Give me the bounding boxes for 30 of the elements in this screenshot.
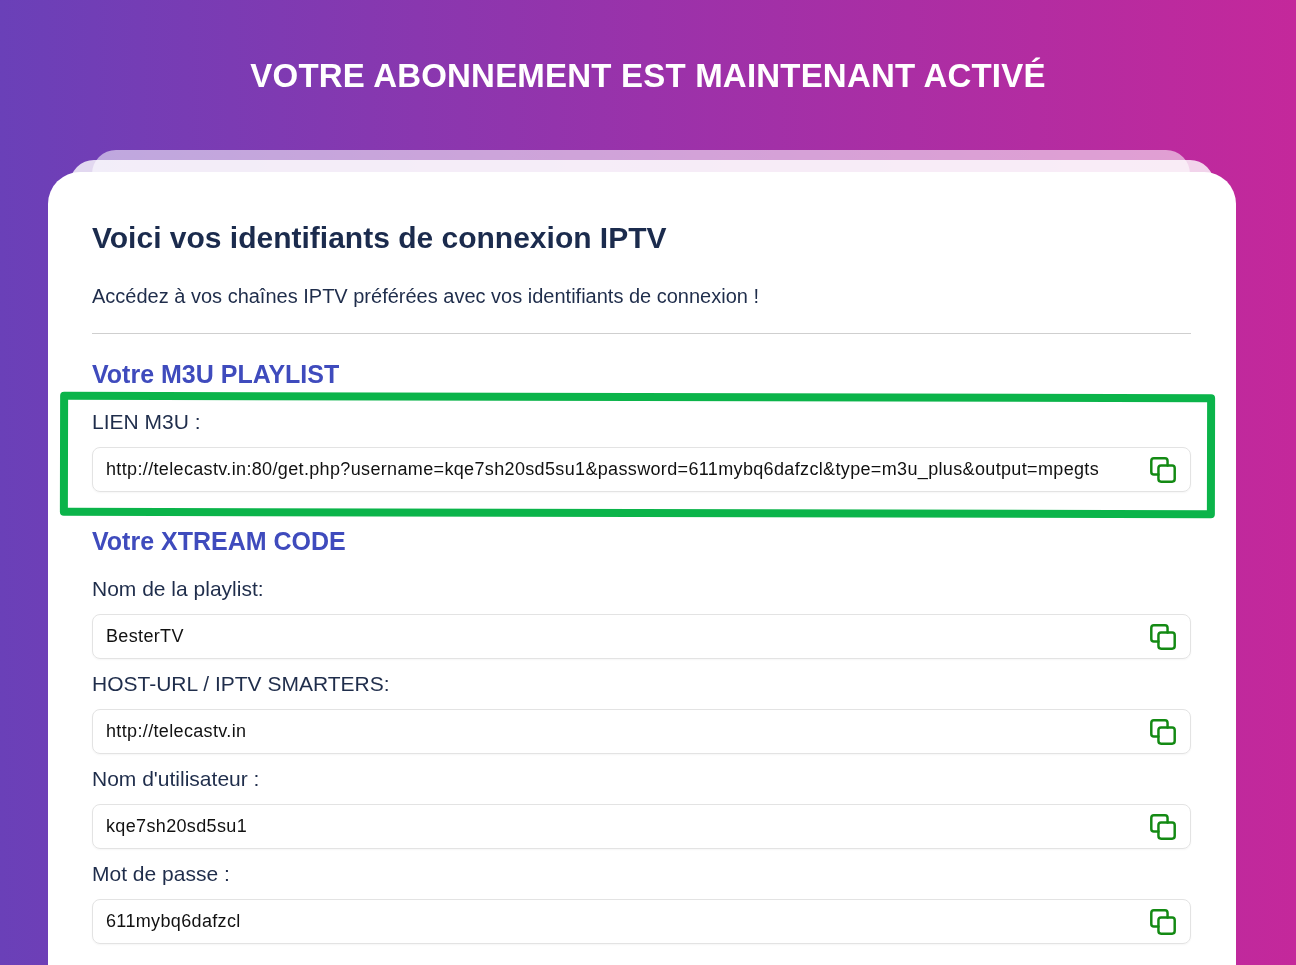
readonly-field[interactable]: http://telecastv.in [92, 709, 1191, 754]
readonly-field[interactable]: kqe7sh20sd5su1 [92, 804, 1191, 849]
field-label: HOST-URL / IPTV SMARTERS: [92, 671, 391, 697]
copy-icon [1150, 718, 1176, 745]
copy-icon [1150, 623, 1176, 650]
card-title: Voici vos identifiants de connexion IPTV [92, 220, 668, 256]
readonly-field[interactable]: 611mybq6dafzcl [92, 899, 1191, 944]
field-label: LIEN M3U : [92, 409, 202, 435]
field-label: Nom de la playlist: [92, 576, 265, 602]
copy-icon [1150, 813, 1176, 840]
copy-button[interactable] [1150, 456, 1176, 483]
field-label: Mot de passe : [92, 861, 231, 887]
copy-button[interactable] [1150, 813, 1176, 840]
field-value: BesterTV [106, 626, 185, 647]
field-value: http://telecastv.in [106, 721, 248, 742]
intro-text: Accédez à vos chaînes IPTV préférées avec vos identifiants de connexion ! [92, 284, 761, 309]
copy-icon [1150, 908, 1176, 935]
copy-icon [1150, 456, 1176, 483]
field-value: 611mybq6dafzcl [106, 911, 242, 932]
field-value: kqe7sh20sd5su1 [106, 816, 248, 837]
field-value: http://telecastv.in:80/get.php?username=kqe7sh20sd5su1&password=611mybq6dafzcl&type=m3u_plus&output=mpegts [106, 459, 1101, 480]
readonly-field[interactable]: BesterTV [92, 614, 1191, 659]
section-heading: Votre M3U PLAYLIST [92, 359, 341, 389]
page-title: VOTRE ABONNEMENT EST MAINTENANT ACTIVÉ [250, 57, 1046, 94]
copy-button[interactable] [1150, 718, 1176, 745]
readonly-field[interactable]: http://telecastv.in:80/get.php?username=kqe7sh20sd5su1&password=611mybq6dafzcl&type=m3u_plus&output=mpegts [92, 447, 1191, 492]
section-heading: Votre XTREAM CODE [92, 526, 347, 556]
copy-button[interactable] [1150, 908, 1176, 935]
copy-button[interactable] [1150, 623, 1176, 650]
field-label: Nom d'utilisateur : [92, 766, 261, 792]
